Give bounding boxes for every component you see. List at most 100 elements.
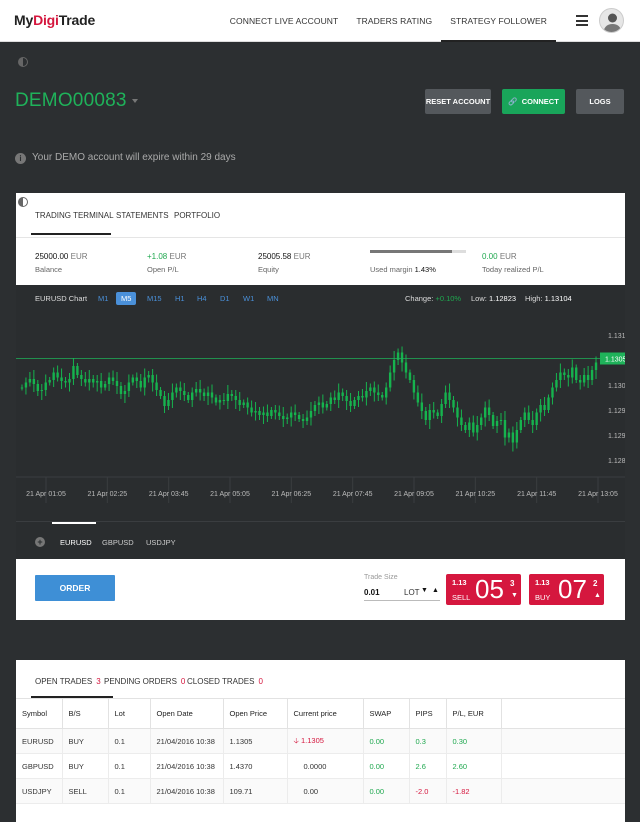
- tab-pending-orders[interactable]: PENDING ORDERS 0: [104, 677, 185, 686]
- candle-body: [563, 372, 566, 375]
- table-row[interactable]: USDJPY SELL 0.1 21/04/2016 10:38 109.71 …: [16, 778, 625, 804]
- lot-select[interactable]: LOT: [404, 588, 420, 597]
- cell-bs: SELL: [62, 778, 109, 804]
- chevron-down-icon[interactable]: ▼: [421, 587, 428, 594]
- candle-body: [92, 379, 95, 383]
- pair-tabs: + EURUSD GBPUSD USDJPY: [16, 521, 625, 559]
- add-pair-icon[interactable]: +: [35, 537, 45, 547]
- candle-body: [99, 381, 103, 388]
- cell-lot: 0.1: [108, 728, 151, 754]
- col-pips[interactable]: PIPS: [409, 698, 447, 729]
- chevron-up-icon[interactable]: ▲: [432, 587, 439, 594]
- cell-pl: -1.82: [446, 778, 502, 804]
- trade-size-input[interactable]: 0.01 LOT ▼ ▲: [364, 586, 440, 601]
- candle-body: [373, 387, 376, 393]
- candle-body: [278, 412, 281, 416]
- order-button[interactable]: ORDER: [35, 575, 115, 601]
- candle-body: [404, 362, 408, 373]
- theme-toggle-icon[interactable]: [18, 57, 28, 67]
- chevron-down-icon[interactable]: [132, 99, 138, 103]
- theme-toggle-icon[interactable]: [18, 197, 28, 207]
- tab-open-trades[interactable]: OPEN TRADES 3: [35, 677, 101, 686]
- price-chart[interactable]: EURUSD Chart M1 M5 M15 H1 H4 D1 W1 MN Ch…: [16, 285, 625, 521]
- table-row[interactable]: GBPUSD BUY 0.1 21/04/2016 10:38 1.4370 0…: [16, 753, 625, 779]
- col-bs[interactable]: B/S: [62, 698, 109, 729]
- col-swap[interactable]: SWAP: [363, 698, 410, 729]
- candle-body: [40, 390, 43, 391]
- open-trades-table: Symbol B/S Lot Open Date Open Price Curr…: [16, 698, 625, 804]
- col-lot[interactable]: Lot: [108, 698, 151, 729]
- candle-body: [226, 394, 230, 401]
- candle-body: [119, 386, 123, 394]
- col-pl[interactable]: P/L, EUR: [446, 698, 502, 729]
- candle-body: [95, 381, 99, 383]
- cell-pips: 0.3: [409, 728, 447, 754]
- candle-body: [167, 400, 170, 406]
- tab-closed-trades[interactable]: CLOSED TRADES 0: [187, 677, 263, 686]
- candle-body: [238, 400, 241, 405]
- candle-body: [325, 404, 329, 408]
- candle-body: [361, 396, 364, 398]
- candlestick-chart[interactable]: 1.131001.130501.130001.129501.129001.128…: [16, 285, 625, 521]
- candle-body: [309, 411, 313, 418]
- candle-body: [377, 392, 380, 395]
- col-current-price[interactable]: Current price: [287, 698, 364, 729]
- table-header-row: Symbol B/S Lot Open Date Open Price Curr…: [16, 698, 625, 729]
- candle-body: [365, 391, 368, 398]
- pair-tab-usdjpy[interactable]: USDJPY: [146, 538, 176, 547]
- candle-body: [586, 375, 590, 380]
- avatar[interactable]: [599, 8, 624, 33]
- connect-label: CONNECT: [521, 97, 559, 106]
- candle-body: [448, 392, 451, 400]
- logo[interactable]: MyDigiTrade: [14, 12, 95, 28]
- account-stats: 25000.00 EUR Balance +1.08 EUR Open P/L …: [16, 237, 625, 285]
- stat-balance: 25000.00 EUR Balance: [35, 252, 88, 274]
- candle-body: [171, 392, 174, 400]
- candle-body: [222, 400, 226, 401]
- cell-swap: 0.00: [363, 728, 410, 754]
- candle-body: [107, 377, 111, 384]
- col-open-price[interactable]: Open Price: [223, 698, 288, 729]
- candle-body: [72, 366, 75, 379]
- candle-body: [408, 372, 412, 380]
- candle-body: [551, 387, 554, 398]
- cell-open-price: 109.71: [223, 778, 288, 804]
- terminal-tabs: TRADING TERMINAL STATEMENTS PORTFOLIO: [16, 193, 625, 237]
- stat-used-margin: Used margin 1.43%: [370, 265, 436, 274]
- candle-body: [289, 412, 293, 418]
- col-symbol[interactable]: Symbol: [16, 698, 63, 729]
- candle-body: [159, 390, 162, 396]
- x-tick-label: 21 Apr 02:25: [87, 491, 127, 498]
- reset-account-button[interactable]: RESET ACCOUNT: [425, 89, 491, 114]
- pair-tab-gbpusd[interactable]: GBPUSD: [102, 538, 134, 547]
- cell-current-price: 🡣 1.1305: [287, 728, 364, 754]
- candle-body: [262, 412, 265, 415]
- candle-body: [468, 422, 471, 430]
- table-row[interactable]: EURUSD BUY 0.1 21/04/2016 10:38 1.1305 🡣…: [16, 728, 625, 754]
- nav-connect-live[interactable]: CONNECT LIVE ACCOUNT: [221, 0, 348, 42]
- tab-portfolio[interactable]: PORTFOLIO: [174, 211, 220, 220]
- account-name[interactable]: DEMO00083: [15, 90, 127, 112]
- tab-statements[interactable]: STATEMENTS: [116, 211, 169, 220]
- candle-body: [24, 382, 28, 388]
- candle-body: [68, 379, 71, 383]
- pair-tab-eurusd[interactable]: EURUSD: [60, 538, 92, 547]
- sell-button[interactable]: 1.13 SELL 05 3 ▼: [446, 574, 521, 605]
- tab-trading-terminal[interactable]: TRADING TERMINAL: [35, 211, 114, 220]
- cell-open-price: 1.1305: [223, 728, 288, 754]
- candle-body: [381, 395, 384, 398]
- menu-icon[interactable]: [576, 15, 588, 26]
- candle-body: [286, 417, 289, 419]
- nav-traders-rating[interactable]: TRADERS RATING: [347, 0, 441, 42]
- expiry-text: Your DEMO account will expire within 29 …: [32, 152, 236, 163]
- nav-strategy-follower[interactable]: STRATEGY FOLLOWER: [441, 0, 556, 42]
- candle-body: [143, 377, 146, 388]
- logs-button[interactable]: LOGS: [576, 89, 624, 114]
- connect-button[interactable]: 🔗 CONNECT: [502, 89, 565, 114]
- candle-body: [305, 417, 309, 421]
- candle-body: [80, 375, 83, 379]
- candle-body: [270, 410, 273, 416]
- buy-button[interactable]: 1.13 BUY 07 2 ▲: [529, 574, 604, 605]
- col-open-date[interactable]: Open Date: [150, 698, 224, 729]
- candle-body: [341, 392, 344, 396]
